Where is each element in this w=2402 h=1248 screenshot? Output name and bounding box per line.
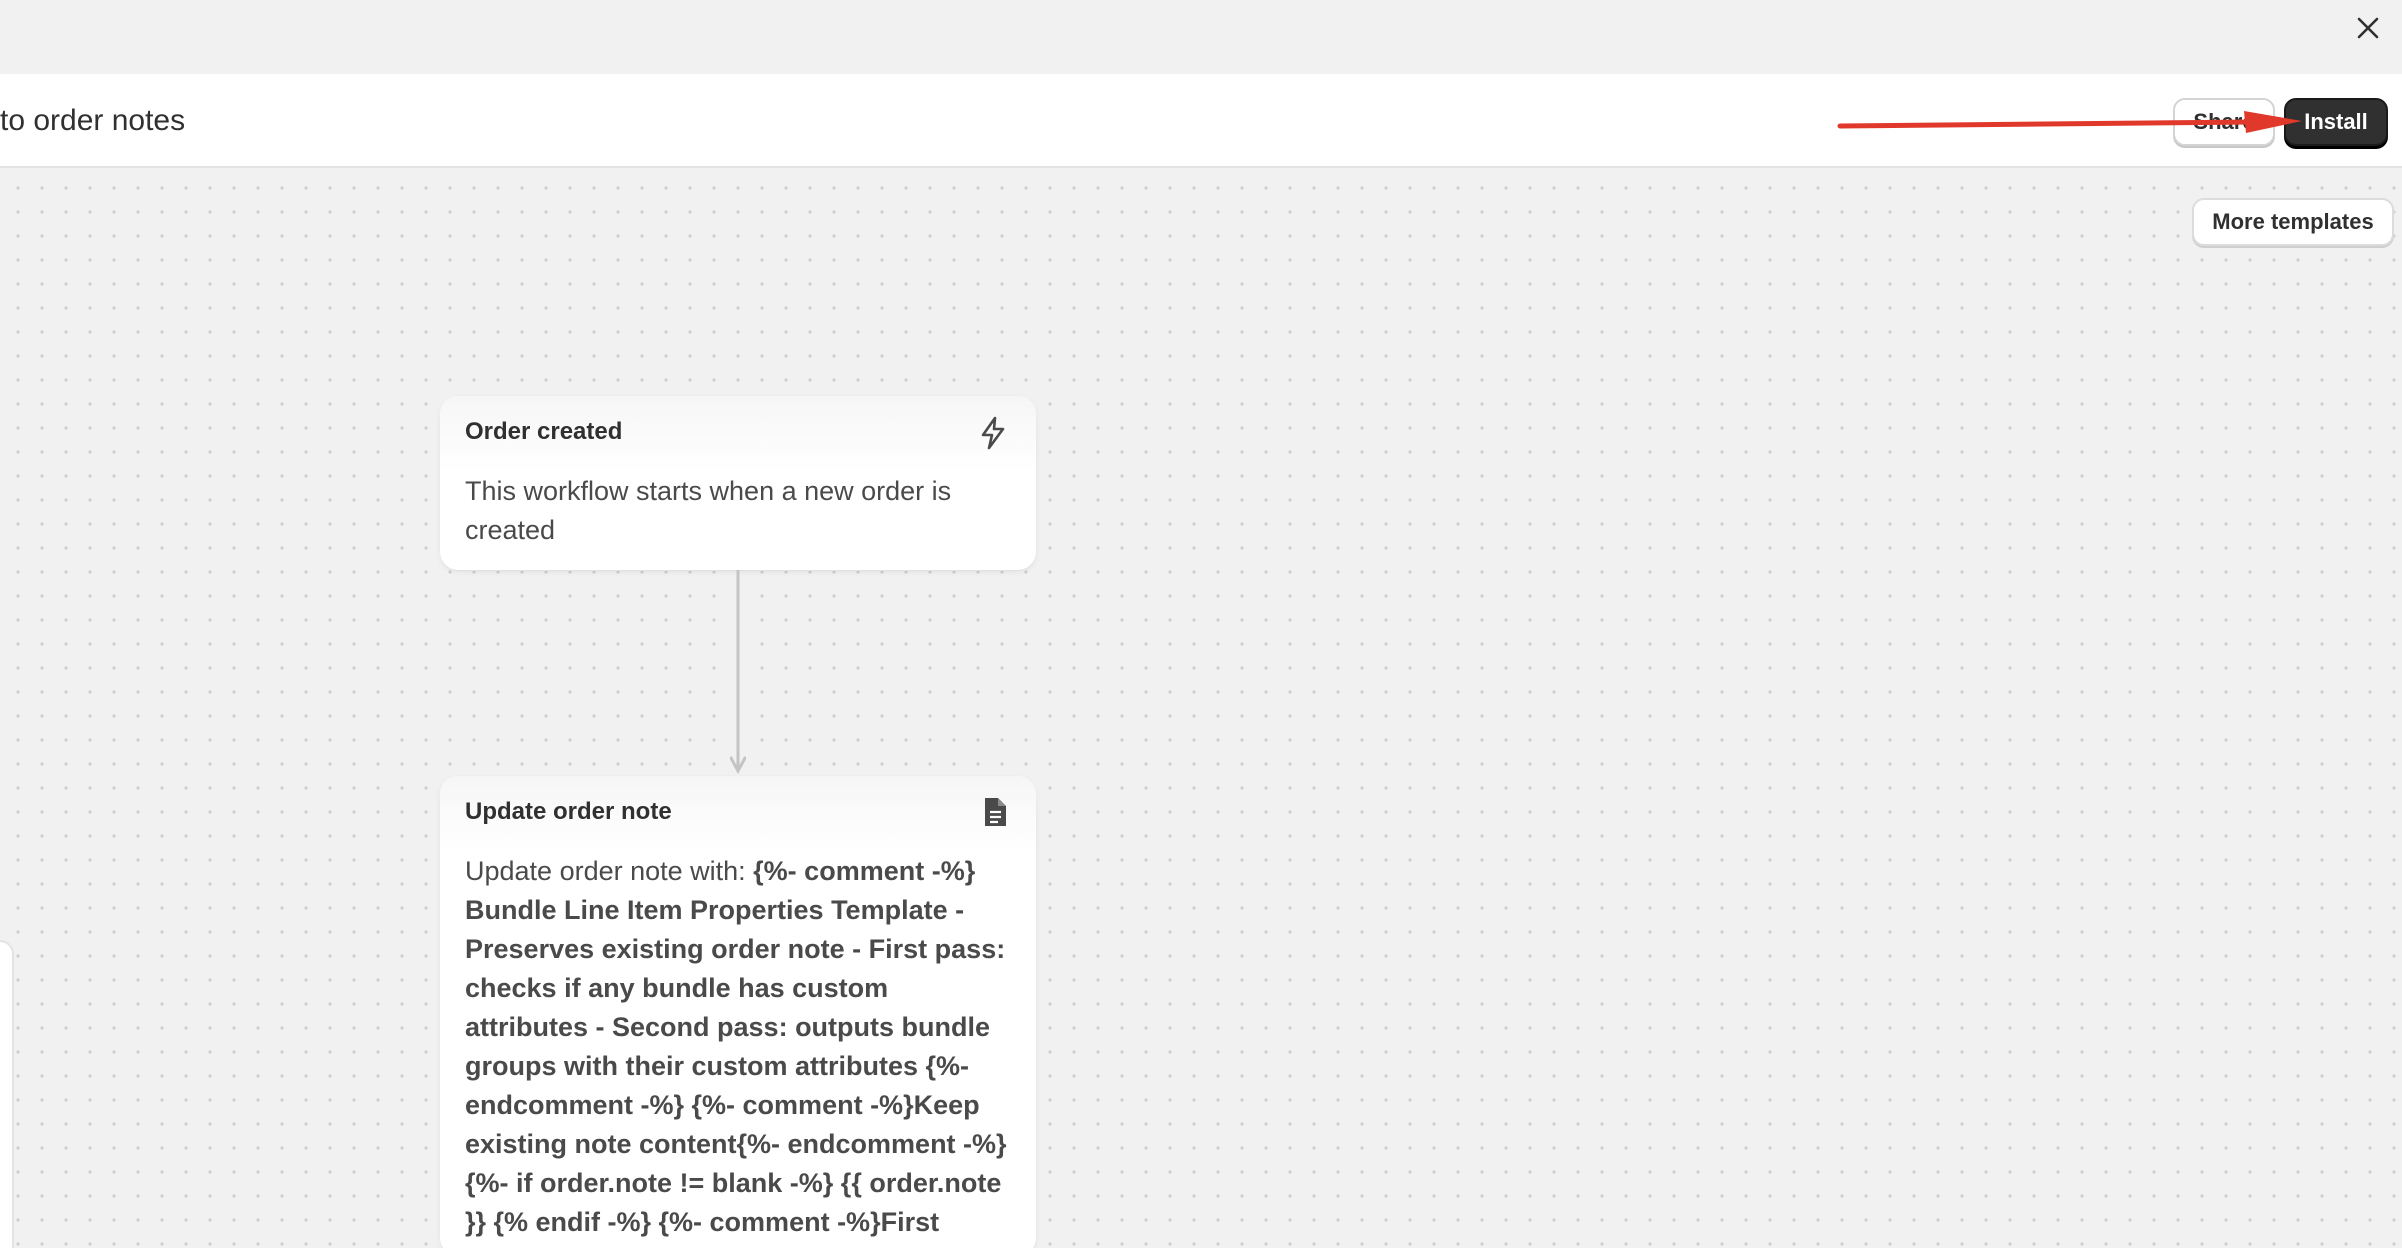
more-templates-button[interactable]: More templates: [2192, 198, 2394, 246]
trigger-node-order-created[interactable]: Order created This workflow starts when …: [440, 396, 1036, 570]
action-prefix: Update order note with:: [465, 856, 754, 886]
connector-arrow: [730, 570, 746, 775]
node-description: Update order note with: {%- comment -%} …: [440, 852, 1036, 1248]
node-title: Order created: [465, 418, 623, 445]
workflow-canvas[interactable]: More templates Order created This workfl…: [0, 168, 2402, 1248]
close-button[interactable]: [2348, 8, 2388, 48]
node-header: Update order note: [440, 776, 1036, 852]
liquid-template-code: {%- comment -%} Bundle Line Item Propert…: [465, 856, 1007, 1248]
node-title: Update order note: [465, 798, 672, 825]
node-description: This workflow starts when a new order is…: [465, 476, 952, 545]
top-strip: [0, 0, 2402, 74]
annotation-arrow: [1837, 111, 2302, 133]
node-header: Order created: [440, 396, 1036, 472]
side-panel-edge: [0, 940, 14, 1248]
page-title: to order notes: [0, 104, 186, 137]
document-icon: [985, 798, 1006, 826]
close-icon: [2357, 17, 2379, 39]
lightning-bolt-icon: [981, 416, 1005, 450]
action-node-update-order-note[interactable]: Update order note Update order note with…: [440, 776, 1036, 1248]
